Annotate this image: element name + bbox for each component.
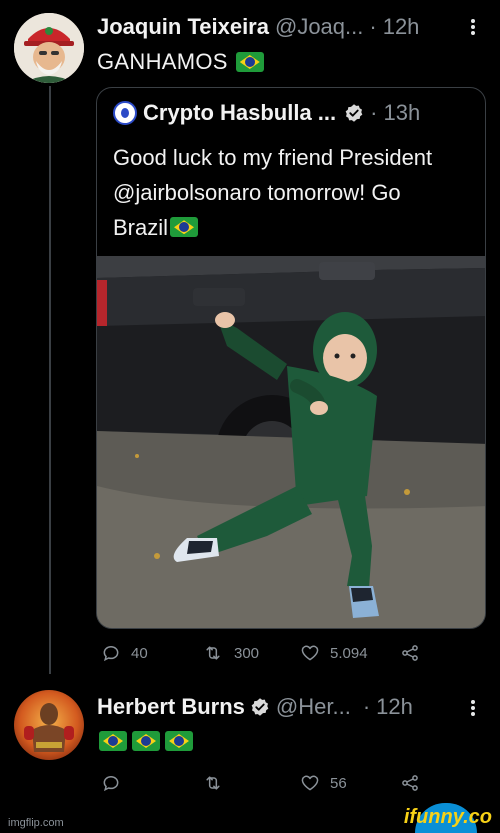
tweet2-reply-button[interactable]: [101, 773, 131, 793]
tweet1-share-button[interactable]: [400, 643, 420, 663]
tweet1-timestamp[interactable]: 12h: [383, 14, 420, 40]
tweet2-like-button[interactable]: 56: [300, 773, 347, 793]
brazil-flag-emoji: [99, 731, 127, 751]
avatar-joaquin-teixeira[interactable]: [14, 13, 84, 83]
tweet1-retweet-button[interactable]: 300: [202, 643, 259, 663]
reply-icon: [103, 645, 119, 662]
tweet2-like-count: 56: [330, 774, 347, 792]
like-icon: [301, 645, 319, 661]
tweet1-header: Joaquin Teixeira @Joaq... · 12h: [97, 14, 419, 40]
brazil-flag-emoji: [235, 52, 264, 72]
tweet1-text-content: GANHAMOS: [97, 49, 228, 74]
photo-boy-green-tracksuit-dancing: [97, 256, 485, 628]
tweet1-reply-count: 40: [131, 644, 148, 662]
avatar-illustration: [24, 703, 74, 752]
quote-timestamp[interactable]: 13h: [383, 100, 420, 126]
tweet2-header: Herbert Burns @Her... · 12h: [97, 694, 413, 720]
verified-badge-icon: [251, 698, 269, 716]
share-icon: [402, 645, 418, 661]
quote-header: Crypto Hasbulla ... · 13h: [113, 100, 420, 126]
tweet1-actions-bar: 40 300 5.094: [0, 641, 500, 665]
tweet1-author-handle[interactable]: @Joaq...: [275, 14, 363, 40]
tweet1-reply-button[interactable]: 40: [101, 643, 148, 663]
tweet1-text: GANHAMOS: [97, 49, 264, 75]
like-icon: [301, 775, 319, 791]
tweet2-timestamp[interactable]: 12h: [376, 694, 413, 720]
brazil-flag-emoji: [165, 731, 193, 751]
quote-author-avatar[interactable]: [113, 101, 137, 125]
retweet-icon: [206, 646, 220, 660]
tweet1-like-button[interactable]: 5.094: [300, 643, 368, 663]
reply-icon: [103, 775, 119, 792]
tweet2-text: [99, 731, 193, 751]
retweet-icon: [206, 776, 220, 790]
tweet1-retweet-count: 300: [234, 644, 260, 662]
tweet1-like-count: 5.094: [330, 644, 368, 662]
tweet2-retweet-button[interactable]: [202, 773, 234, 793]
quoted-tweet-card[interactable]: Crypto Hasbulla ... · 13h Good luck to m…: [96, 87, 486, 629]
tweet1-separator: ·: [369, 14, 377, 39]
tweet2-actions-bar: 56: [0, 771, 500, 795]
avatar-illustration: [14, 13, 84, 83]
tweet2-author-handle[interactable]: @Her...: [276, 694, 351, 720]
tweet1-more-options-icon[interactable]: [470, 16, 476, 38]
quote-text: Good luck to my friend President @jairbo…: [113, 140, 453, 245]
quote-separator: ·: [370, 100, 378, 125]
quote-author-name[interactable]: Crypto Hasbulla ...: [143, 100, 336, 126]
avatar-herbert-burns[interactable]: [14, 690, 84, 760]
tweet2-more-options-icon[interactable]: [470, 697, 476, 719]
tweet2-separator: ·: [362, 694, 371, 719]
brazil-flag-emoji: [132, 731, 160, 751]
quote-text-content: Good luck to my friend President @jairbo…: [113, 145, 433, 240]
tweet2-author-name[interactable]: Herbert Burns: [97, 694, 245, 720]
thread-connector-line: [49, 86, 51, 674]
share-icon: [402, 775, 418, 791]
brazil-flag-emoji: [170, 217, 199, 238]
tweet2-share-button[interactable]: [400, 773, 420, 793]
tweet1-author-name[interactable]: Joaquin Teixeira: [97, 14, 269, 40]
imgflip-watermark: imgflip.com: [8, 817, 64, 829]
quote-photo[interactable]: [97, 256, 485, 628]
ifunny-watermark: ifunny.co: [403, 806, 492, 828]
verified-badge-icon: [345, 104, 363, 122]
